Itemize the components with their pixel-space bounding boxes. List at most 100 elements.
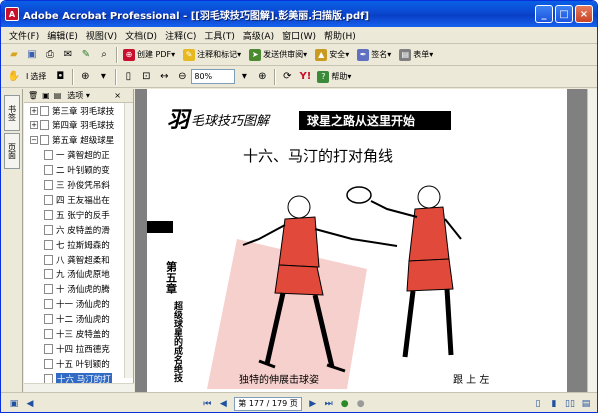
open-folder-icon[interactable]: ▰: [6, 47, 22, 63]
menu-help[interactable]: 帮助(H): [320, 29, 360, 42]
bookmarks-horizontal-scrollbar[interactable]: [24, 383, 134, 392]
organizer-icon[interactable]: ✎: [78, 47, 94, 63]
document-vertical-scrollbar[interactable]: [587, 89, 597, 392]
actual-size-icon[interactable]: ▯: [120, 69, 136, 85]
bookmark-item[interactable]: 十三 皮特盖的: [44, 327, 110, 342]
menu-file[interactable]: 文件(F): [5, 29, 43, 42]
zoom-in-tool-icon[interactable]: ⊕: [77, 69, 93, 85]
bookmarks-panel-header: 🗑 ▣ ▤ 选项 ▾ ×: [24, 89, 133, 103]
security-button[interactable]: ▲ 安全 ▾: [312, 46, 352, 63]
options-label: 选项: [67, 91, 84, 100]
sign-button[interactable]: ✒ 签名 ▾: [354, 46, 394, 63]
menu-tools[interactable]: 工具(T): [200, 29, 239, 42]
menu-document[interactable]: 文档(D): [121, 29, 161, 42]
bookmark-item[interactable]: 十五 叶钊颖的: [44, 356, 110, 371]
page-illustration: 羽 毛球技巧图解 球星之路从这里开始 十六、马汀的打对角线 第五章 超级球星的成…: [147, 107, 489, 389]
options-button[interactable]: 选项 ▾: [67, 90, 90, 101]
email-icon[interactable]: ✉: [60, 47, 76, 63]
last-page-icon[interactable]: ⏭: [322, 397, 336, 411]
zoom-dropdown-icon[interactable]: ▾: [95, 69, 111, 85]
page-number-field[interactable]: 第 177 / 179 页: [234, 396, 302, 411]
bookmark-item[interactable]: 十一 汤仙虎的: [44, 297, 110, 312]
bookmark-item[interactable]: 一 龚智超的正: [44, 148, 110, 163]
fit-page-icon[interactable]: ⊡: [138, 69, 154, 85]
fit-width-icon[interactable]: ↔: [156, 69, 172, 85]
previous-page-icon[interactable]: ◀: [216, 397, 230, 411]
bookmark-item[interactable]: 十 汤仙虎的腾: [44, 282, 110, 297]
close-button[interactable]: ×: [575, 5, 593, 23]
print-icon[interactable]: ⎙: [42, 47, 58, 63]
menu-view[interactable]: 视图(V): [82, 29, 121, 42]
comment-markup-button[interactable]: ✎ 注释和标记 ▾: [180, 46, 244, 63]
bookmark-item[interactable]: + 第三章 羽毛球技: [30, 103, 114, 118]
zoom-in-icon[interactable]: ⊕: [254, 69, 270, 85]
bookmark-item[interactable]: 六 皮特盖的滑: [44, 222, 110, 237]
header-right-text: 球星之路从这里开始: [307, 113, 415, 128]
zoom-level-input[interactable]: 80%: [191, 69, 236, 84]
find-icon[interactable]: ⌕: [96, 47, 112, 63]
select-tool-button[interactable]: I 选择: [23, 68, 49, 85]
bookmark-page-icon: [44, 239, 53, 250]
bookmark-item[interactable]: 七 拉斯姆森的: [44, 237, 110, 252]
bookmark-page-icon: [44, 284, 53, 295]
expand-toggle-icon[interactable]: −: [30, 136, 38, 145]
snapshot-icon[interactable]: ◘: [52, 69, 68, 85]
bookmark-item[interactable]: 八 龚智超柔和: [44, 252, 110, 267]
bookmark-item[interactable]: 五 张宁的反手: [44, 207, 110, 222]
expand-toggle-icon[interactable]: +: [30, 106, 38, 115]
bookmark-label: 第四章 羽毛球技: [52, 121, 115, 132]
previous-view-icon[interactable]: ●: [338, 397, 352, 411]
close-panel-icon[interactable]: ×: [114, 91, 121, 100]
menu-edit[interactable]: 编辑(E): [43, 29, 82, 42]
bookmark-label: 十二 汤仙虎的: [56, 315, 110, 326]
bookmark-item[interactable]: 十四 拉西德克: [44, 341, 110, 356]
continuous-facing-view-icon[interactable]: ▤: [579, 397, 593, 411]
expand-toggle-icon[interactable]: +: [30, 121, 38, 130]
bookmark-label: 五 张宁的反手: [56, 210, 110, 221]
bookmarks-vertical-scrollbar[interactable]: [124, 103, 133, 378]
maximize-button[interactable]: □: [555, 5, 573, 23]
next-page-icon[interactable]: ▶: [306, 397, 320, 411]
zoom-out-icon[interactable]: ⊖: [174, 69, 190, 85]
tab-pages[interactable]: 页面: [4, 133, 20, 169]
bookmarks-panel: 🗑 ▣ ▤ 选项 ▾ × + 第三章 羽毛球技 + 第四章 羽毛球技 − 第五章 超级球星…: [24, 89, 134, 392]
facing-view-icon[interactable]: ▯▯: [563, 397, 577, 411]
bookmark-item[interactable]: 十二 汤仙虎的: [44, 312, 110, 327]
continuous-view-icon[interactable]: ▮: [547, 397, 561, 411]
bookmark-item[interactable]: 四 王友福出在: [44, 192, 110, 207]
next-view-icon[interactable]: ●: [354, 397, 368, 411]
bookmark-item[interactable]: 二 叶钊颖的变: [44, 163, 110, 178]
menu-window[interactable]: 窗口(W): [278, 29, 320, 42]
menu-comments[interactable]: 注释(C): [161, 29, 200, 42]
minimize-button[interactable]: _: [535, 5, 553, 23]
bookmark-item[interactable]: + 第四章 羽毛球技: [30, 118, 114, 133]
bookmark-page-icon: [40, 120, 49, 131]
send-review-button[interactable]: ➤ 发送供审阅 ▾: [246, 46, 310, 63]
bookmark-item[interactable]: − 第五章 超级球星: [30, 133, 114, 148]
bookmark-page-icon: [44, 269, 53, 280]
new-bookmark-icon[interactable]: ▣: [42, 91, 50, 100]
bookmark-label: 二 叶钊颖的变: [56, 166, 110, 177]
bookmark-page-icon: [44, 314, 53, 325]
rotate-view-icon[interactable]: ⟳: [279, 69, 295, 85]
status-left-arrow-icon[interactable]: ◀: [23, 397, 37, 411]
bookmark-label: 一 龚智超的正: [56, 151, 110, 162]
hand-tool-icon[interactable]: ✋: [6, 69, 22, 85]
tab-bookmarks[interactable]: 书签: [4, 95, 20, 131]
window-title: Adobe Acrobat Professional - [[羽毛球技巧图解].…: [23, 10, 370, 22]
first-page-icon[interactable]: ⏮: [200, 397, 214, 411]
menu-advanced[interactable]: 高级(A): [239, 29, 278, 42]
zoom-select-icon[interactable]: ▾: [236, 69, 252, 85]
save-icon[interactable]: ▣: [24, 47, 40, 63]
forms-button[interactable]: ▤ 表单 ▾: [396, 46, 436, 63]
status-pages-icon[interactable]: ▣: [7, 397, 21, 411]
bookmark-item[interactable]: 九 汤仙虎原地: [44, 267, 110, 282]
section-title: 十六、马汀的打对角线: [243, 147, 393, 165]
delete-bookmark-icon[interactable]: 🗑: [28, 91, 38, 100]
expand-bookmark-icon[interactable]: ▤: [54, 91, 62, 100]
bookmark-item[interactable]: 三 孙俊凭吊斜: [44, 178, 110, 193]
create-pdf-button[interactable]: ⊕ 创建 PDF ▾: [120, 46, 178, 63]
single-page-view-icon[interactable]: ▯: [531, 397, 545, 411]
help-button[interactable]: ? 帮助 ▾: [314, 68, 354, 85]
yahoo-toolbar-icon[interactable]: Y!: [297, 69, 313, 85]
